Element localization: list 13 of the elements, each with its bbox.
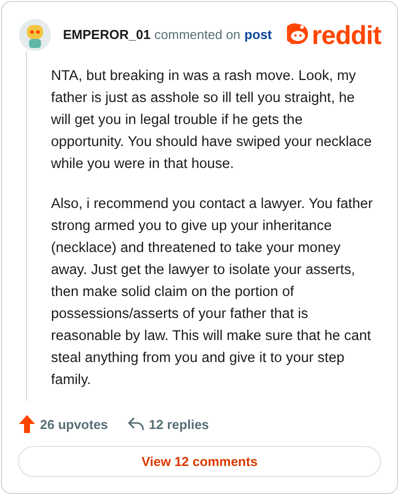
username[interactable]: EMPEROR_01: [63, 25, 150, 45]
reddit-logo: reddit: [312, 22, 381, 48]
snoo-icon: [286, 23, 309, 47]
post-link[interactable]: post: [244, 25, 272, 45]
comment-paragraph: Also, i recommend you contact a lawyer. You father strong armed you to give up your inheritance (necklace) and threatened to take your money away. Just get the lawyer to isolate your asserts, then make solid claim on the portion of possessions/asserts of your father that is reasonable by law. This will make sure that he cant steal anything from you and give it to your step family.: [51, 195, 374, 390]
upvote-icon[interactable]: [19, 415, 35, 434]
comment-paragraph: NTA, but breaking in was a rash move. Look, my father is just as asshole so ill tell you straight, he will get you in legal trouble if he gets the opportunity. You should have swiped your necklace while you were in that house.: [51, 67, 373, 174]
upvote-count: 26 upvotes: [40, 416, 108, 434]
avatar-icon: [19, 19, 51, 51]
reply-count: 12 replies: [148, 416, 209, 434]
action-text: commented on: [154, 26, 240, 44]
reply-icon[interactable]: [128, 417, 144, 432]
view-comments-button[interactable]: View 12 comments: [18, 446, 381, 477]
